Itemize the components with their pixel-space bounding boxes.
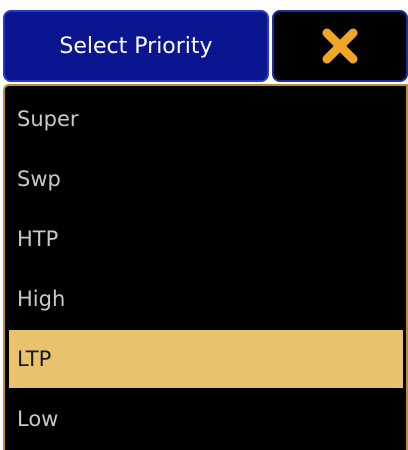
priority-item-super[interactable]: Super <box>9 90 403 148</box>
priority-item-ltp[interactable]: LTP <box>9 330 403 388</box>
priority-item-label: HTP <box>17 227 59 251</box>
close-button[interactable] <box>272 10 408 82</box>
priority-item-label: Super <box>17 107 79 131</box>
priority-item-label: Low <box>17 407 59 431</box>
close-x-icon <box>322 28 358 64</box>
priority-item-high[interactable]: High <box>9 270 403 328</box>
dialog-header: Select Priority <box>0 0 408 84</box>
priority-item-label: Swp <box>17 167 61 191</box>
priority-list: Super Swp HTP High LTP Low <box>3 84 408 450</box>
priority-item-label: LTP <box>17 347 52 371</box>
priority-item-low[interactable]: Low <box>9 390 403 448</box>
priority-item-swp[interactable]: Swp <box>9 150 403 208</box>
priority-item-htp[interactable]: HTP <box>9 210 403 268</box>
dialog-title: Select Priority <box>59 33 213 59</box>
priority-item-label: High <box>17 287 66 311</box>
select-priority-title-button[interactable]: Select Priority <box>3 10 269 82</box>
